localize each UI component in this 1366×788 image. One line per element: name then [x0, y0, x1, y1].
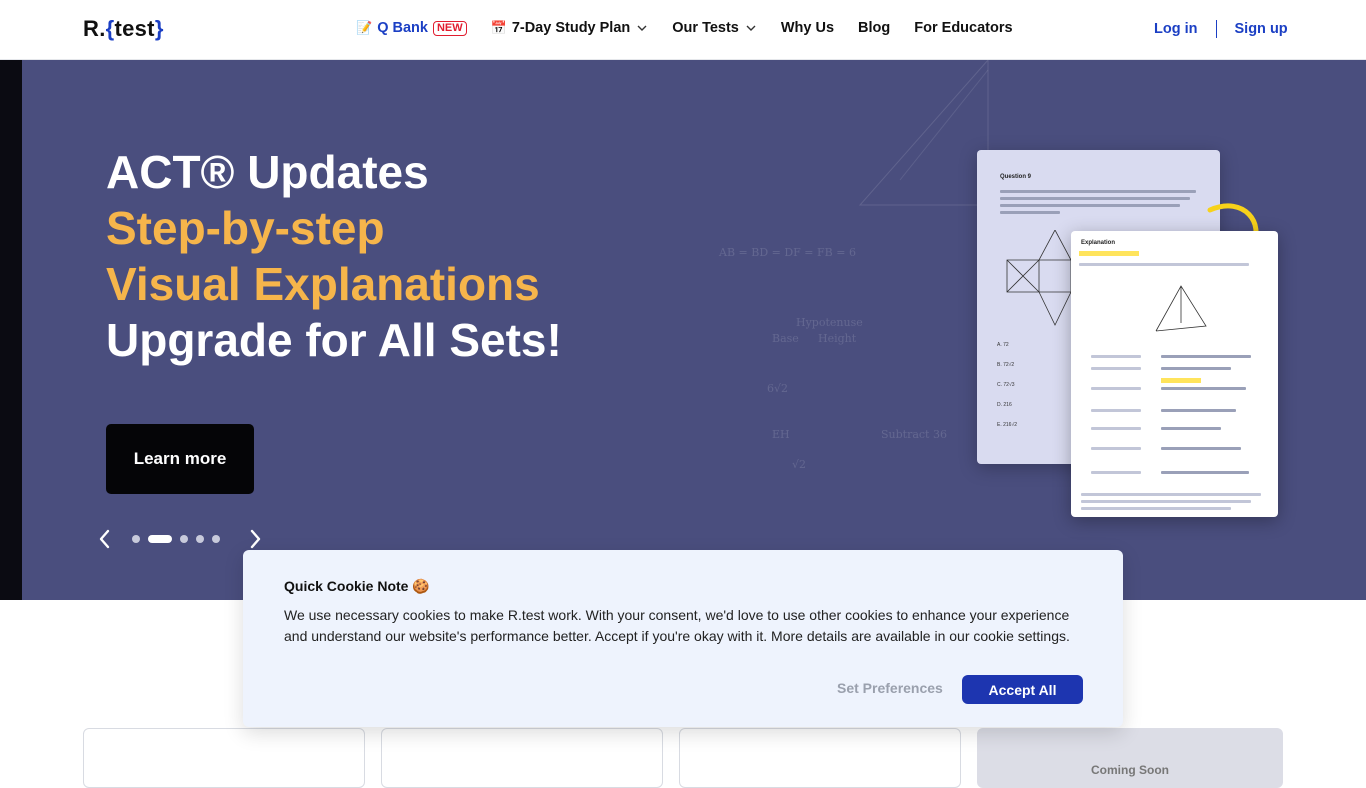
carousel-dot[interactable]: [196, 535, 204, 543]
logo[interactable]: R.{test}: [83, 16, 164, 42]
carousel-dot[interactable]: [212, 535, 220, 543]
explanation-card-preview: Explanation: [1071, 231, 1278, 517]
question-card-title: Question 9: [1000, 174, 1032, 180]
set-preferences-button[interactable]: Set Preferences: [837, 680, 943, 696]
memo-icon: 📝: [356, 20, 373, 35]
text-line: [1161, 447, 1241, 450]
carousel-dot[interactable]: [132, 535, 140, 543]
cookie-banner: Quick Cookie Note 🍪 We use necessary coo…: [243, 550, 1123, 727]
pyramid-net-figure: [1006, 230, 1072, 326]
hero-line-2: Step-by-step: [106, 202, 385, 254]
nav-study-plan[interactable]: 📅 7-Day Study Plan: [491, 20, 649, 36]
text-line: [1000, 197, 1190, 200]
auth-links: Log in Sign up: [1154, 20, 1288, 38]
nav-our-tests[interactable]: Our Tests: [672, 20, 757, 36]
text-line: [1091, 427, 1141, 430]
nav-q-bank-label: Q Bank: [377, 20, 428, 36]
chevron-right-icon[interactable]: [246, 528, 264, 550]
site-header: R.{test} 📝 Q Bank NEW 📅 7-Day Study Plan…: [0, 0, 1366, 60]
carousel-controls: [96, 528, 264, 550]
text-line: [1091, 447, 1141, 450]
bg-math-line: AB = BD = DF = FB = 6: [719, 246, 856, 259]
learn-more-button[interactable]: Learn more: [106, 424, 254, 494]
text-line: [1000, 211, 1060, 214]
text-line: [1081, 507, 1231, 510]
choice-c: C. 72√3: [997, 382, 1015, 388]
text-line: [1161, 409, 1236, 412]
bg-math-line: Hypotenuse: [796, 316, 863, 329]
chevron-down-icon: [746, 25, 756, 31]
accept-all-button[interactable]: Accept All: [962, 675, 1083, 704]
hero-banner: AB = BD = DF = FB = 6 Hypotenuse Base He…: [0, 60, 1366, 600]
feature-card[interactable]: [381, 728, 663, 788]
nav-study-plan-label: 7-Day Study Plan: [511, 20, 631, 36]
calendar-icon: 📅: [490, 20, 507, 35]
hero-left-strip: [0, 60, 22, 600]
text-line: [1161, 355, 1251, 358]
new-badge: NEW: [432, 20, 467, 36]
nav-why-us[interactable]: Why Us: [781, 20, 834, 36]
text-line: [1161, 367, 1231, 370]
bg-math-line: EH: [772, 428, 790, 441]
hero-line-1: ACT® Updates: [106, 146, 429, 198]
carousel-dots: [132, 535, 228, 543]
text-line: [1079, 263, 1249, 266]
choice-d: D. 216: [997, 402, 1012, 408]
signup-link[interactable]: Sign up: [1235, 21, 1288, 37]
cookie-message: We use necessary cookies to make R.test …: [284, 607, 1070, 644]
text-line: [1091, 367, 1141, 370]
text-line: [1081, 500, 1251, 503]
feature-card[interactable]: [679, 728, 961, 788]
main-nav: 📝 Q Bank NEW 📅 7-Day Study Plan Our Test…: [356, 20, 1037, 36]
cookie-title: Quick Cookie Note 🍪: [284, 578, 430, 594]
bg-math-line: 6√2: [767, 382, 789, 395]
feature-card[interactable]: [83, 728, 365, 788]
hero-line-3: Visual Explanations: [106, 258, 540, 310]
hero-headline: ACT® Updates Step-by-step Visual Explana…: [106, 144, 562, 368]
nav-blog[interactable]: Blog: [858, 20, 890, 36]
choice-e: E. 216√2: [997, 422, 1017, 428]
nav-for-educators-label: For Educators: [914, 20, 1013, 36]
nav-q-bank[interactable]: 📝 Q Bank NEW: [356, 20, 467, 36]
text-line: [1161, 427, 1221, 430]
text-line: [1091, 355, 1141, 358]
nav-our-tests-label: Our Tests: [672, 20, 739, 36]
text-line: [1161, 387, 1246, 390]
bg-math-line: Subtract 36: [881, 428, 947, 441]
text-line: [1081, 493, 1261, 496]
chevron-left-icon[interactable]: [96, 528, 114, 550]
text-line: [1091, 409, 1141, 412]
nav-why-us-label: Why Us: [780, 20, 835, 36]
auth-divider: [1215, 20, 1217, 38]
logo-prefix: R.: [83, 16, 106, 41]
carousel-dot[interactable]: [180, 535, 188, 543]
hero-line-4: Upgrade for All Sets!: [106, 314, 562, 366]
carousel-dot-active[interactable]: [148, 535, 172, 543]
logo-close-brace: }: [154, 16, 164, 41]
bg-math-line: Height: [818, 332, 857, 345]
choice-a: A. 72: [997, 342, 1009, 348]
explanation-card-title: Explanation: [1081, 240, 1116, 246]
text-line: [1091, 471, 1141, 474]
text-line: [1000, 190, 1196, 193]
text-line: [1161, 471, 1249, 474]
bg-math-line: Base: [772, 332, 799, 345]
bg-math-line: √2: [792, 458, 807, 471]
coming-soon-card: Coming Soon: [977, 728, 1283, 788]
text-line: [1000, 204, 1180, 207]
coming-soon-label: Coming Soon: [1091, 763, 1169, 777]
chevron-down-icon: [637, 25, 647, 31]
highlight-line: [1161, 378, 1201, 383]
logo-word: test: [114, 16, 155, 41]
pyramid-figure: [1155, 285, 1207, 332]
nav-for-educators[interactable]: For Educators: [914, 20, 1012, 36]
choice-b: B. 72√2: [997, 362, 1015, 368]
answer-choices: A. 72 B. 72√2 C. 72√3 D. 216 E. 216√2: [997, 342, 1017, 428]
login-link[interactable]: Log in: [1154, 21, 1198, 37]
text-line: [1091, 387, 1141, 390]
highlight-line: [1079, 251, 1139, 256]
nav-blog-label: Blog: [858, 20, 891, 36]
